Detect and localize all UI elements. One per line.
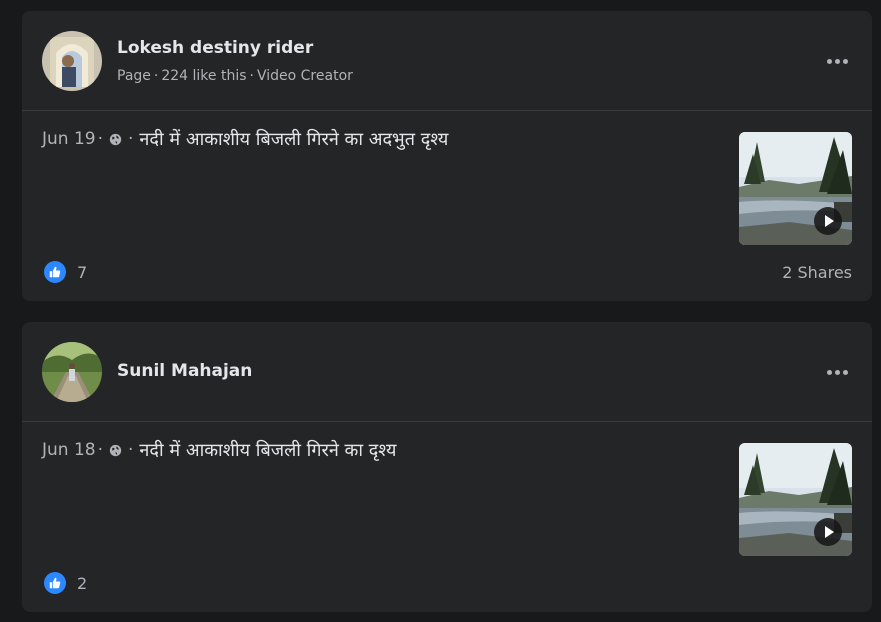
author-name[interactable]: Lokesh destiny rider bbox=[117, 38, 313, 58]
globe-icon bbox=[109, 444, 122, 456]
reaction-summary[interactable]: 7 bbox=[44, 261, 87, 283]
separator-dot: · bbox=[249, 68, 254, 84]
post-date[interactable]: Jun 18 bbox=[42, 440, 96, 460]
more-options-button[interactable] bbox=[822, 357, 852, 387]
like-icon bbox=[44, 572, 66, 594]
separator-dot: · bbox=[97, 129, 104, 149]
post-content: Jun 18 · · नदी में आकाशीय बिजली गिरने का… bbox=[22, 422, 872, 612]
separator-dot: · bbox=[97, 440, 104, 460]
video-thumbnail[interactable] bbox=[739, 132, 852, 245]
reaction-summary[interactable]: 2 bbox=[44, 572, 87, 594]
post-header: Lokesh destiny rider Page · 224 like this ·… bbox=[22, 11, 872, 111]
more-options-button[interactable] bbox=[822, 46, 852, 76]
like-count: 7 bbox=[77, 262, 88, 282]
separator-dot: · bbox=[128, 129, 134, 149]
post-card: Sunil Mahajan Jun 18 · · नदी में आकाशीय … bbox=[22, 322, 872, 612]
author-avatar[interactable] bbox=[42, 31, 102, 91]
post-text[interactable]: नदी में आकाशीय बिजली गिरने का दृश्य bbox=[139, 438, 396, 462]
post-content: Jun 19 · · नदी में आकाशीय बिजली गिरने का… bbox=[22, 111, 872, 301]
globe-icon bbox=[109, 133, 122, 145]
video-thumbnail[interactable] bbox=[739, 443, 852, 556]
post-meta: Jun 18 · · नदी में आकाशीय बिजली गिरने का… bbox=[42, 438, 396, 462]
like-count: 2 bbox=[77, 573, 88, 593]
page-category: Video Creator bbox=[256, 68, 353, 84]
play-icon bbox=[814, 207, 842, 235]
post-date[interactable]: Jun 19 bbox=[42, 129, 96, 149]
separator-dot: · bbox=[128, 440, 134, 460]
play-icon bbox=[814, 518, 842, 546]
post-card: Lokesh destiny rider Page · 224 like this ·… bbox=[22, 11, 872, 301]
more-horizontal-icon bbox=[826, 58, 832, 64]
page-type: Page bbox=[117, 68, 151, 84]
like-icon bbox=[44, 261, 66, 283]
author-subline: Page · 224 like this · Video Creator bbox=[117, 68, 353, 84]
author-avatar[interactable] bbox=[42, 342, 102, 402]
post-meta: Jun 19 · · नदी में आकाशीय बिजली गिरने का… bbox=[42, 127, 448, 151]
share-count[interactable]: 2 Shares bbox=[782, 263, 852, 282]
separator-dot: · bbox=[153, 68, 159, 84]
page-likes[interactable]: 224 like this bbox=[161, 68, 246, 84]
post-header: Sunil Mahajan bbox=[22, 322, 872, 422]
author-name[interactable]: Sunil Mahajan bbox=[117, 361, 252, 381]
post-text[interactable]: नदी में आकाशीय बिजली गिरने का अदभुत दृश्… bbox=[139, 127, 448, 151]
more-horizontal-icon bbox=[826, 369, 832, 375]
